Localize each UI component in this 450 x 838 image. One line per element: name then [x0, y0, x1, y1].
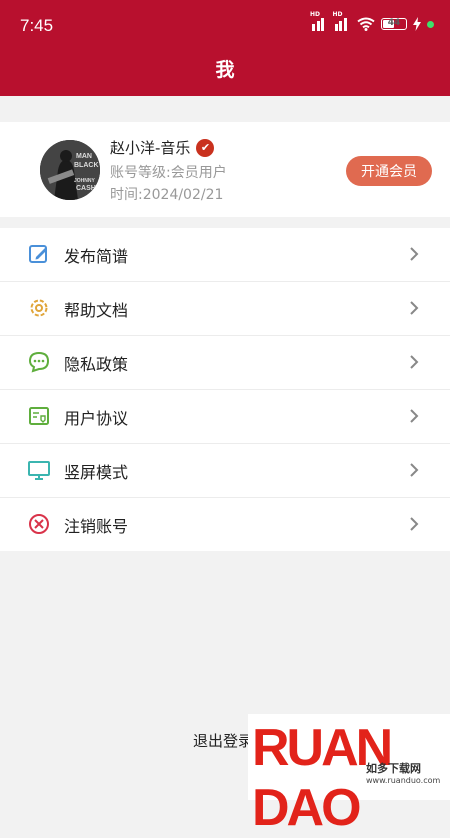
charging-icon: [413, 17, 421, 31]
menu-label: 发布简谱: [64, 246, 129, 266]
menu-item-agreement[interactable]: 用户协议: [0, 390, 450, 444]
profile-card[interactable]: MAN BLACK JOHNNY CASH 赵小洋-音乐 ✔ 账号等级:会员用户…: [0, 122, 450, 217]
chevron-right-icon: [410, 355, 419, 369]
menu-item-publish[interactable]: 发布简谱: [0, 228, 450, 282]
menu-label: 隐私政策: [64, 354, 129, 374]
verified-badge-icon: ✔: [196, 138, 215, 157]
wifi-icon: [357, 17, 375, 31]
menu-item-portrait-mode[interactable]: 竖屏模式: [0, 444, 450, 498]
gear-icon: [28, 297, 50, 319]
account-level: 账号等级:会员用户: [110, 165, 227, 181]
chat-icon: [28, 351, 50, 373]
chevron-right-icon: [410, 517, 419, 531]
name-row: 赵小洋-音乐 ✔: [110, 137, 215, 158]
chevron-right-icon: [410, 409, 419, 423]
watermark-sub: 如多下载网: [366, 762, 421, 775]
settings-menu: 发布简谱 帮助文档 隐私政策 用户协议 竖屏模式 注销账号: [0, 228, 450, 551]
watermark-url: www.ruanduo.com: [366, 776, 441, 785]
agreement-icon: [28, 405, 50, 427]
watermark: RUAN DAO 如多下载网 www.ruanduo.com: [248, 714, 450, 837]
menu-label: 帮助文档: [64, 300, 129, 320]
signal-icon: HD: [310, 11, 329, 31]
svg-text:BLACK: BLACK: [74, 162, 99, 169]
menu-label: 用户协议: [64, 408, 129, 428]
status-time: 7:45: [20, 16, 54, 35]
monitor-icon: [28, 459, 50, 481]
avatar[interactable]: MAN BLACK JOHNNY CASH: [40, 140, 100, 200]
indicator-dot-icon: [427, 20, 434, 28]
status-bar: 7:45 HD HD 44: [0, 0, 450, 46]
edit-icon: [28, 243, 50, 265]
chevron-right-icon: [410, 247, 419, 261]
avatar-image: MAN BLACK JOHNNY CASH: [40, 140, 100, 200]
menu-label: 竖屏模式: [64, 462, 129, 482]
status-icons: HD HD 44: [310, 11, 434, 31]
chevron-right-icon: [410, 301, 419, 315]
chevron-right-icon: [410, 463, 419, 477]
open-vip-button[interactable]: 开通会员: [346, 156, 432, 186]
svg-text:MAN: MAN: [76, 153, 92, 160]
svg-text:CASH: CASH: [76, 185, 96, 192]
account-date: 时间:2024/02/21: [110, 187, 224, 203]
signal-icon-2: HD: [333, 11, 352, 31]
menu-label: 注销账号: [64, 516, 129, 536]
cancel-circle-icon: [28, 513, 50, 535]
user-name: 赵小洋-音乐: [110, 139, 191, 157]
page-title: 我: [215, 59, 235, 81]
svg-text:JOHNNY: JOHNNY: [74, 178, 96, 184]
app-header: 7:45 HD HD 44 我: [0, 0, 450, 96]
menu-item-help[interactable]: 帮助文档: [0, 282, 450, 336]
menu-item-delete-account[interactable]: 注销账号: [0, 498, 450, 551]
logout-button[interactable]: 退出登录: [193, 730, 253, 751]
menu-item-privacy[interactable]: 隐私政策: [0, 336, 450, 390]
battery-icon: 44: [381, 18, 407, 30]
